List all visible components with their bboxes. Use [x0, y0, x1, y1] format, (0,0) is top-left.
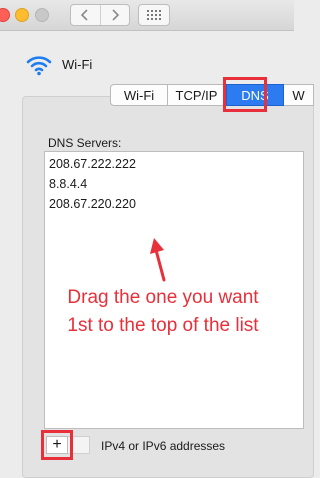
show-all-button[interactable]	[138, 4, 170, 26]
back-icon	[81, 9, 88, 21]
annotation-text: Drag the one you want 1st to the top of …	[67, 287, 259, 336]
zoom-window-button[interactable]	[35, 8, 49, 22]
nav-button-group	[70, 4, 130, 26]
forward-button[interactable]	[99, 5, 130, 25]
tab-wins[interactable]: W	[284, 84, 314, 106]
window-titlebar	[0, 0, 294, 31]
back-button[interactable]	[71, 5, 100, 25]
add-button-highlight-box	[41, 430, 73, 460]
tab-wifi[interactable]: Wi-Fi	[110, 84, 168, 106]
close-window-button[interactable]	[0, 8, 10, 22]
list-item[interactable]: 208.67.222.222	[45, 154, 303, 174]
page-title: Wi-Fi	[62, 57, 93, 72]
tab-bar: Wi-Fi TCP/IP DNS W	[110, 84, 314, 106]
list-item[interactable]: 8.8.4.4	[45, 174, 303, 194]
red-arrow-icon	[150, 238, 166, 282]
address-hint: IPv4 or IPv6 addresses	[101, 439, 226, 453]
tab-tcpip[interactable]: TCP/IP	[168, 84, 226, 106]
dns-tab-highlight-box	[223, 77, 267, 112]
wifi-icon	[26, 56, 52, 76]
forward-icon	[112, 9, 119, 21]
dns-servers-label: DNS Servers:	[48, 136, 122, 150]
grid-icon	[147, 10, 161, 20]
minimize-window-button[interactable]	[15, 8, 29, 22]
list-item[interactable]: 208.67.220.220	[45, 194, 303, 214]
